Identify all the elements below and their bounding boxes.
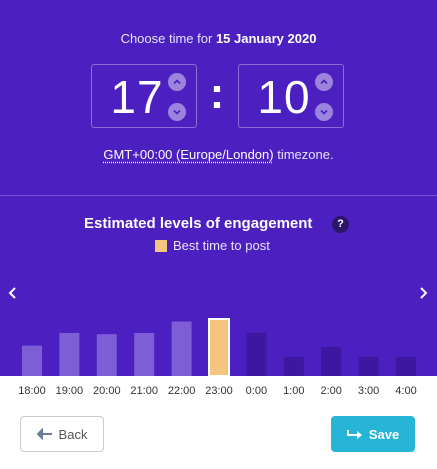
x-tick-label: 4:00: [395, 385, 417, 397]
x-tick-label: 1:00: [283, 385, 305, 397]
minute-spinner[interactable]: 10: [238, 64, 344, 128]
timezone-line: GMT+00:00 (Europe/London) timezone.: [0, 147, 437, 162]
hour-value[interactable]: 17: [102, 69, 172, 125]
time-picker-section: Choose time for 15 January 2020 17 : 10 …: [0, 0, 437, 195]
x-tick-label: 2:00: [320, 385, 342, 397]
chevron-up-icon: [173, 79, 181, 85]
hour-decrement-button[interactable]: [168, 103, 186, 121]
legend-swatch: [155, 239, 167, 252]
engagement-chart: [22, 318, 416, 376]
x-tick-label: 3:00: [357, 385, 380, 397]
x-tick-label: 23:00: [205, 385, 233, 397]
chart-bar-4:00: [396, 357, 416, 376]
choose-time-heading: Choose time for 15 January 2020: [0, 31, 437, 46]
x-tick-label: 21:00: [130, 385, 158, 397]
chart-bar-2:00: [321, 346, 342, 376]
x-tick-label: 19:00: [55, 385, 84, 397]
scheduler-panel: Choose time for 15 January 2020 17 : 10 …: [0, 0, 437, 376]
chart-bar-18:00: [22, 345, 42, 376]
x-tick-label: 20:00: [93, 385, 121, 397]
x-tick-label: 22:00: [167, 385, 196, 397]
x-tick-label: 18:00: [18, 385, 46, 397]
back-arrow-icon: [36, 428, 52, 440]
chevron-up-icon: [320, 79, 328, 85]
chart-bar-0:00: [246, 332, 267, 376]
hour-spinner[interactable]: 17: [91, 64, 197, 128]
chevron-down-icon: [320, 109, 328, 115]
chart-bar-1:00: [283, 357, 304, 376]
back-label: Back: [58, 426, 88, 442]
hour-increment-button[interactable]: [168, 73, 186, 91]
chart-bar-3:00: [358, 357, 379, 376]
minute-increment-button[interactable]: [315, 73, 333, 91]
help-icon[interactable]: ?: [332, 216, 349, 233]
x-tick-label: 0:00: [245, 385, 268, 397]
timezone-suffix: timezone.: [273, 147, 334, 162]
choose-prefix: Choose time for: [120, 31, 213, 46]
timezone-link[interactable]: GMT+00:00 (Europe/London): [103, 147, 273, 162]
chart-bar-23:00: [208, 318, 230, 376]
time-separator: :: [209, 69, 225, 118]
save-button[interactable]: Save: [331, 416, 415, 452]
chart-bar-20:00: [96, 334, 117, 376]
chart-title: Estimated levels of engagement: [84, 215, 313, 232]
chevron-down-icon: [173, 109, 181, 115]
x-axis: 18:00 19:00 20:00 21:00 22:00 23:00 0:00 1:00 2:…: [0, 385, 437, 399]
chart-legend: Best time to post: [155, 238, 270, 253]
legend-label: Best time to post: [173, 238, 270, 253]
save-label: Save: [368, 426, 400, 442]
forward-arrow-icon: [346, 430, 362, 439]
section-divider: [0, 195, 437, 196]
minute-decrement-button[interactable]: [315, 103, 333, 121]
chart-bar-22:00: [171, 321, 192, 376]
back-button[interactable]: Back: [20, 416, 104, 452]
selected-date: 15 January 2020: [215, 31, 317, 46]
chart-bar-19:00: [59, 332, 80, 376]
chart-bar-21:00: [134, 332, 155, 376]
minute-value[interactable]: 10: [249, 69, 319, 125]
